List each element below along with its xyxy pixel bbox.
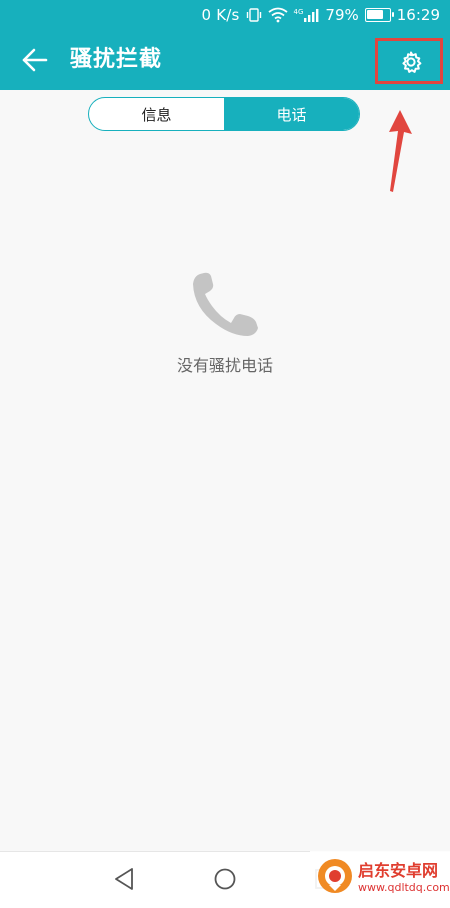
tab-switcher: 信息 电话 xyxy=(88,97,360,131)
status-bar-right: 0 K/s 4G 79% 16:29 xyxy=(202,4,441,26)
wifi-icon xyxy=(267,7,288,23)
signal-icon xyxy=(304,9,319,22)
circle-home-icon[interactable] xyxy=(210,864,240,894)
gear-icon[interactable] xyxy=(399,50,423,74)
app-bar: 骚扰拦截 xyxy=(0,30,450,90)
triangle-back-icon[interactable] xyxy=(110,864,140,894)
status-bar: 0 K/s 4G 79% 16:29 xyxy=(0,0,450,30)
watermark: 启东安卓网 www.qdltdq.com xyxy=(310,851,450,907)
network-type: 4G xyxy=(293,8,304,16)
empty-state-message: 没有骚扰电话 xyxy=(176,356,273,375)
watermark-url: www.qdltdq.com xyxy=(358,881,450,894)
annotation-arrow-icon xyxy=(389,110,412,192)
tab-calls[interactable]: 电话 xyxy=(224,98,359,130)
watermark-title: 启东安卓网 xyxy=(358,861,439,880)
phone-icon xyxy=(193,272,258,336)
watermark-logo-icon xyxy=(318,859,352,893)
arrow-left-icon[interactable] xyxy=(20,44,52,76)
vibrate-icon xyxy=(246,8,261,22)
battery-percent: 79% xyxy=(325,6,359,24)
network-speed: 0 K/s xyxy=(201,6,240,24)
tab-messages[interactable]: 信息 xyxy=(89,98,224,130)
clock: 16:29 xyxy=(396,6,440,24)
page-title: 骚扰拦截 xyxy=(70,47,163,72)
settings-highlight-box xyxy=(375,38,443,84)
battery-fill xyxy=(366,10,383,19)
battery-icon xyxy=(364,8,394,22)
